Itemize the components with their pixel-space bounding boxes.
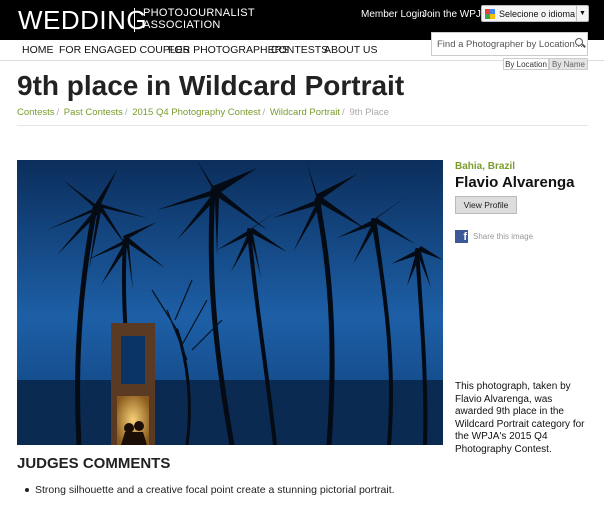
- language-label: Selecione o idioma: [499, 8, 576, 19]
- view-profile-button[interactable]: View Profile: [455, 196, 517, 214]
- judges-comments-heading: JUDGES COMMENTS: [17, 455, 171, 472]
- nav-about-us[interactable]: ABOUT US: [324, 44, 377, 56]
- breadcrumb-2015-q4[interactable]: 2015 Q4 Photography Contest: [132, 107, 260, 118]
- language-selector[interactable]: Selecione o idioma ▼: [481, 5, 589, 22]
- breadcrumb-current: 9th Place: [349, 107, 389, 118]
- bullet-icon: [25, 488, 29, 492]
- photographer-name[interactable]: Flavio Alvarenga: [455, 174, 575, 191]
- divider: [17, 125, 588, 126]
- site-logo[interactable]: WEDDING: [18, 5, 147, 36]
- contest-photo: [17, 160, 443, 445]
- facebook-icon[interactable]: f: [455, 230, 468, 243]
- dropdown-arrow-icon: ▼: [576, 6, 588, 21]
- breadcrumb: Contests / Past Contests/ 2015 Q4 Photogr…: [17, 107, 389, 118]
- breadcrumb-contests[interactable]: Contests: [17, 107, 55, 118]
- judge-comment-text: Strong silhouette and a creative focal p…: [35, 484, 395, 496]
- logo-sub-line2: ASSOCIATION: [143, 19, 221, 31]
- search-by-location-tab[interactable]: By Location: [503, 58, 549, 70]
- photographer-search-input[interactable]: Find a Photographer by Location...: [431, 32, 588, 56]
- share-image-link[interactable]: Share this image: [473, 232, 533, 241]
- search-by-name-tab[interactable]: By Name: [549, 58, 588, 70]
- logo-subtitle[interactable]: PHOTOJOURNALIST ASSOCIATION: [143, 7, 255, 31]
- search-icon[interactable]: [575, 38, 583, 46]
- logo-divider: [134, 8, 135, 32]
- join-wpja-link[interactable]: Join the WPJA: [422, 9, 488, 20]
- judge-comment-item: Strong silhouette and a creative focal p…: [25, 484, 395, 496]
- page-title: 9th place in Wildcard Portrait: [17, 70, 405, 101]
- nav-home[interactable]: HOME: [22, 44, 54, 56]
- google-translate-icon: [485, 8, 495, 19]
- breadcrumb-past-contests[interactable]: Past Contests: [64, 107, 123, 118]
- photographer-location: Bahia, Brazil: [455, 161, 516, 172]
- member-login-link[interactable]: Member Login: [361, 9, 425, 20]
- photo-caption: This photograph, taken by Flavio Alvaren…: [455, 381, 585, 455]
- nav-contests[interactable]: CONTESTS: [271, 44, 328, 56]
- logo-sub-line1: PHOTOJOURNALIST: [143, 7, 255, 19]
- breadcrumb-wildcard-portrait[interactable]: Wildcard Portrait: [270, 107, 340, 118]
